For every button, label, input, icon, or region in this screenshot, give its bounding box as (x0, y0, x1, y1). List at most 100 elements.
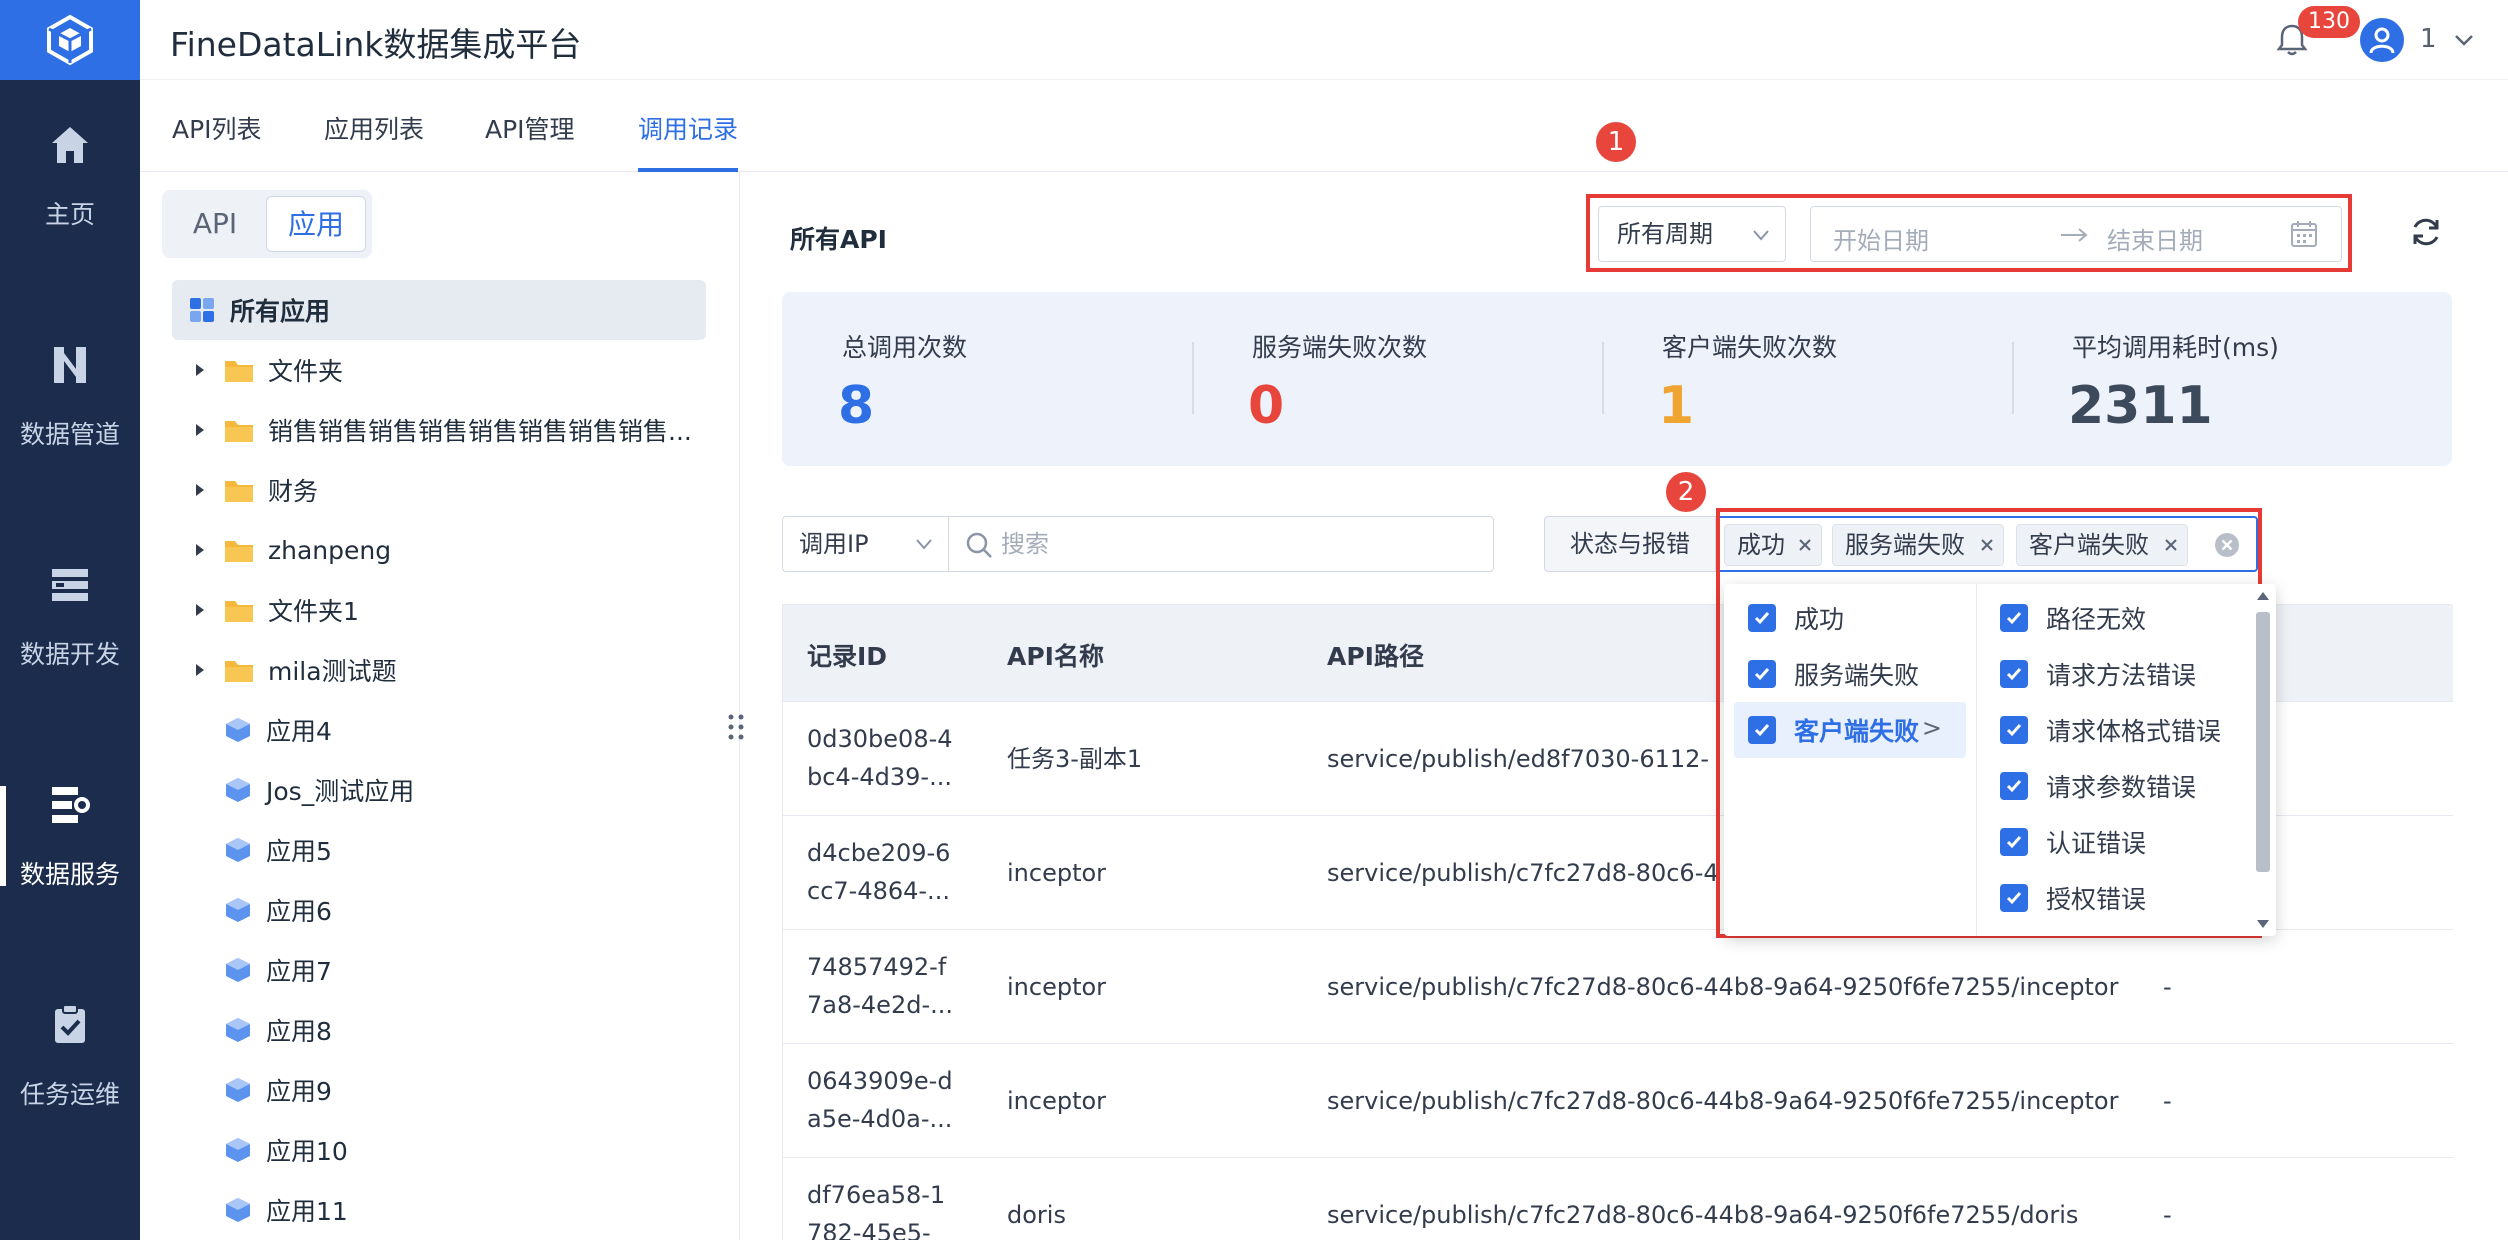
cell-record-id: df76ea58-1 782-45e5- (807, 1181, 946, 1240)
checkbox-checked-icon[interactable] (1748, 660, 1776, 688)
cell-api-path: service/publish/c7fc27d8-80c6-44b8-9a64-… (1327, 973, 2119, 1001)
chevron-down-icon[interactable] (2452, 28, 2476, 52)
nav-item-dev[interactable]: 数据开发 (0, 536, 140, 696)
scroll-up-icon[interactable] (2256, 590, 2270, 602)
option-invalid-path[interactable]: 路径无效 (1990, 590, 2250, 646)
option-server-failure[interactable]: 服务端失败 (1734, 646, 1966, 702)
date-range-picker[interactable]: 开始日期 结束日期 (1810, 206, 2342, 262)
app-cube-icon (226, 838, 250, 862)
checkbox-checked-icon[interactable] (1748, 604, 1776, 632)
tab-app-list[interactable]: 应用列表 (324, 110, 424, 172)
dropdown-divider (1976, 584, 1977, 936)
option-success[interactable]: 成功 (1734, 590, 1966, 646)
tree-node-label: 应用4 (266, 717, 332, 746)
col-header-record-id: 记录ID (807, 642, 888, 671)
app-logo[interactable] (0, 0, 140, 80)
tree-folder[interactable]: mila测试题 (172, 642, 706, 698)
tree-app[interactable]: 应用6 (172, 882, 706, 938)
tree-node-label: mila测试题 (268, 657, 397, 686)
stat-label: 总调用次数 (842, 333, 968, 362)
checkbox-checked-icon[interactable] (2000, 772, 2028, 800)
tree-folder[interactable]: 文件夹1 (172, 582, 706, 638)
stat-label: 平均调用耗时(ms) (2072, 333, 2279, 362)
tab-call-records[interactable]: 调用记录 (638, 110, 739, 172)
caret-right-icon[interactable] (194, 482, 206, 498)
segment-api[interactable]: API (168, 196, 262, 252)
caret-right-icon[interactable] (194, 662, 206, 678)
tree-app[interactable]: 应用5 (172, 822, 706, 878)
start-date-input[interactable]: 开始日期 (1833, 221, 1929, 256)
checkbox-checked-icon[interactable] (2000, 828, 2028, 856)
nav-item-service[interactable]: 数据服务 (0, 756, 140, 916)
option-param-error[interactable]: 请求参数错误 (1990, 758, 2250, 814)
period-select[interactable]: 所有周期 (1598, 206, 1786, 262)
caret-right-icon[interactable] (194, 542, 206, 558)
caret-right-icon[interactable] (194, 602, 206, 618)
tree-app[interactable]: 应用9 (172, 1062, 706, 1118)
caret-right-icon[interactable] (194, 362, 206, 378)
annotation-marker-2: 2 (1666, 472, 1706, 512)
dropdown-scrollbar[interactable] (2252, 584, 2276, 936)
tree-app[interactable]: 应用8 (172, 1002, 706, 1058)
search-input[interactable] (1001, 523, 1471, 565)
stat-label: 客户端失败次数 (1662, 333, 1838, 362)
option-permission-error[interactable]: 授权错误 (1990, 870, 2250, 926)
checkbox-checked-icon[interactable] (2000, 660, 2028, 688)
nav-item-ops[interactable]: 任务运维 (0, 976, 140, 1136)
app-cube-icon (226, 1018, 250, 1042)
tree-root-all-apps[interactable]: 所有应用 (172, 280, 706, 340)
cell-api-name: 任务3-副本1 (1007, 745, 1143, 773)
cell-api-name: inceptor (1007, 1087, 1107, 1115)
tree-app[interactable]: 应用11 (172, 1182, 706, 1238)
ops-icon (46, 1001, 94, 1049)
tree-app[interactable]: 应用7 (172, 942, 706, 998)
table-row[interactable]: 74857492-f 7a8-4e2d-... inceptor service/… (783, 929, 2453, 1043)
calendar-icon[interactable] (2289, 219, 2319, 249)
search-icon (966, 532, 992, 558)
stats-panel: 总调用次数 8 服务端失败次数 0 客户端失败次数 1 平均调用耗时(ms) 2… (782, 292, 2452, 466)
checkbox-checked-icon[interactable] (2000, 884, 2028, 912)
refresh-icon[interactable] (2408, 214, 2444, 250)
ip-select[interactable]: 调用IP (783, 517, 949, 571)
tree-node-label: 应用6 (266, 897, 332, 926)
tree-root-label: 所有应用 (230, 297, 331, 326)
checkbox-checked-icon[interactable] (2000, 716, 2028, 744)
stat-value: 8 (838, 376, 875, 436)
tree-folder[interactable]: 销售销售销售销售销售销售销售销售... (172, 402, 706, 458)
tree-app[interactable]: Jos_测试应用 (172, 762, 706, 818)
tab-api-list[interactable]: API列表 (172, 110, 262, 172)
folder-icon (225, 541, 253, 562)
segment-app[interactable]: 应用 (266, 196, 366, 252)
option-label: 客户端失败 (1794, 717, 1920, 746)
cell-record-id: 74857492-f 7a8-4e2d-... (807, 953, 953, 1019)
tree-app[interactable]: 应用10 (172, 1122, 706, 1178)
checkbox-checked-icon[interactable] (1748, 716, 1776, 744)
table-row[interactable]: df76ea58-1 782-45e5- doris service/publis… (783, 1157, 2453, 1240)
tree-folder[interactable]: zhanpeng (172, 522, 706, 578)
chevron-down-icon (916, 539, 932, 550)
option-client-failure[interactable]: 客户端失败 > (1734, 702, 1966, 758)
option-body-format-error[interactable]: 请求体格式错误 (1990, 702, 2250, 758)
cell-api-path: service/publish/c7fc27d8-80c6-4 (1327, 859, 1719, 887)
tree-app[interactable]: 应用4 (172, 702, 706, 758)
user-name[interactable]: 1 (2420, 24, 2437, 54)
nav-item-home[interactable]: 主页 (0, 96, 140, 256)
cell-api-path: service/publish/ed8f7030-6112- (1327, 745, 1710, 773)
caret-right-icon[interactable] (194, 422, 206, 438)
arrow-right-icon (2061, 228, 2088, 242)
cell-record-id: 0643909e-d a5e-4d0a-... (807, 1067, 953, 1133)
nav-item-pipeline[interactable]: 数据管道 (0, 316, 140, 476)
user-icon (2369, 27, 2395, 54)
avatar[interactable] (2360, 18, 2404, 62)
scroll-down-icon[interactable] (2256, 918, 2270, 930)
tree-folder[interactable]: 文件夹 (172, 342, 706, 398)
stat-total-calls: 总调用次数 8 (782, 292, 1182, 466)
table-row[interactable]: 0643909e-d a5e-4d0a-... inceptor service/… (783, 1043, 2453, 1157)
option-auth-error[interactable]: 认证错误 (1990, 814, 2250, 870)
scrollbar-thumb[interactable] (2256, 612, 2270, 872)
tab-api-manage[interactable]: API管理 (485, 110, 575, 172)
end-date-input[interactable]: 结束日期 (2107, 221, 2203, 256)
checkbox-checked-icon[interactable] (2000, 604, 2028, 632)
option-method-error[interactable]: 请求方法错误 (1990, 646, 2250, 702)
tree-folder[interactable]: 财务 (172, 462, 706, 518)
